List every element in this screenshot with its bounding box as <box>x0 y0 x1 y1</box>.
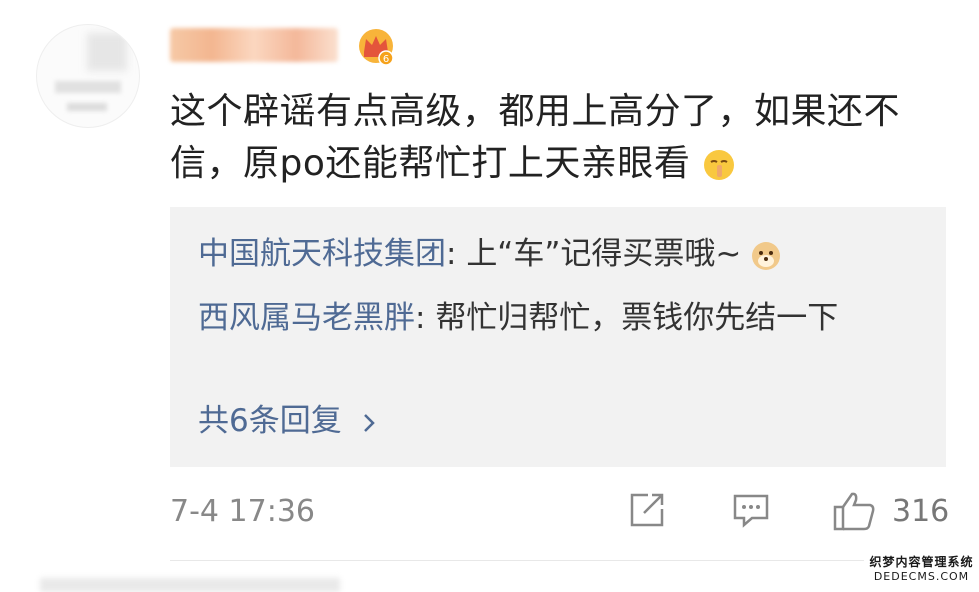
next-comment-blur <box>40 578 340 592</box>
shush-emoji-icon <box>704 150 735 180</box>
more-replies-label: 共6条回复 <box>198 403 342 439</box>
comment-timestamp: 7-4 17:36 <box>170 494 315 529</box>
more-replies-link[interactable]: 共6条回复 <box>198 395 376 440</box>
doge-emoji-icon <box>752 241 781 270</box>
svg-text:6: 6 <box>383 54 389 65</box>
thumbs-up-icon[interactable] <box>832 491 876 531</box>
comment-body: 这个辟谣有点高级，都用上高分了，如果还不信，原po还能帮忙打上天亲眼看 <box>170 91 901 184</box>
crown-badge-icon: 6 <box>359 29 394 66</box>
reply-author[interactable]: 西风属马老黑胖 <box>198 300 415 336</box>
reply-author[interactable]: 中国航天科技集团 <box>198 236 446 272</box>
comment-icon[interactable] <box>732 491 770 529</box>
comment-text: 这个辟谣有点高级，都用上高分了，如果还不信，原po还能帮忙打上天亲眼看 <box>170 86 960 190</box>
like-count: 316 <box>892 494 950 529</box>
reply-text: 帮忙归帮忙，票钱你先结一下 <box>435 300 839 336</box>
reply-item: 中国航天科技集团: 上“车”记得买票哦~ <box>198 231 918 277</box>
divider <box>170 560 950 561</box>
user-avatar[interactable] <box>36 24 140 128</box>
watermark: 织梦内容管理系统 DEDECMS.COM <box>864 554 979 589</box>
reply-item: 西风属马老黑胖: 帮忙归帮忙，票钱你先结一下 <box>198 300 839 336</box>
reply-preview-box[interactable]: 中国航天科技集团: 上“车”记得买票哦~ 西风属马老黑胖: 帮忙归帮忙，票钱你先… <box>170 207 946 467</box>
reply-text: 上“车”记得买票哦~ <box>466 236 742 272</box>
chevron-right-icon <box>363 413 375 432</box>
share-icon[interactable] <box>628 491 666 529</box>
username-blurred[interactable] <box>170 28 338 62</box>
